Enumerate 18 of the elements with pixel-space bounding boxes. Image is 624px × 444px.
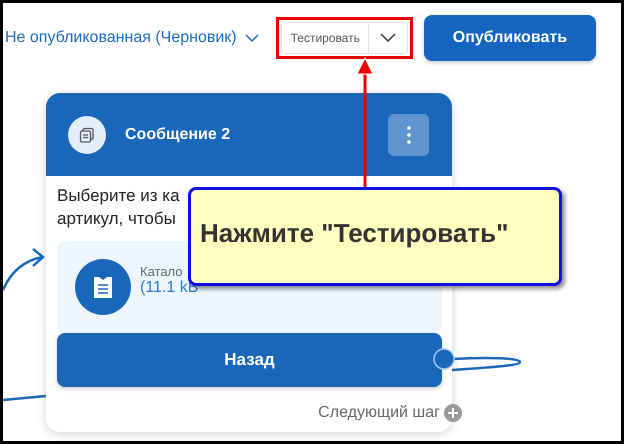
chevron-down-icon — [380, 33, 396, 43]
more-button[interactable] — [388, 114, 429, 156]
chevron-down-icon[interactable] — [244, 34, 259, 42]
publish-button[interactable]: Опубликовать — [424, 15, 596, 61]
next-step-link[interactable]: Следующий шаг — [318, 404, 440, 422]
file-name: Катало — [140, 264, 184, 278]
connector-line — [3, 394, 46, 402]
connector-arrow — [3, 248, 45, 291]
card-title: Сообщение 2 — [125, 126, 230, 144]
plus-icon[interactable] — [444, 404, 462, 422]
message-icon — [68, 116, 106, 154]
kebab-icon — [406, 126, 410, 144]
status-label[interactable]: Не опубликованная (Черновик) — [5, 29, 237, 47]
message-text: Выберите из ка — [57, 185, 181, 207]
connector-handle[interactable] — [433, 348, 455, 370]
back-button[interactable]: Назад — [57, 333, 442, 387]
message-text: артикул, чтобы — [57, 208, 177, 230]
connector-line — [452, 356, 522, 372]
